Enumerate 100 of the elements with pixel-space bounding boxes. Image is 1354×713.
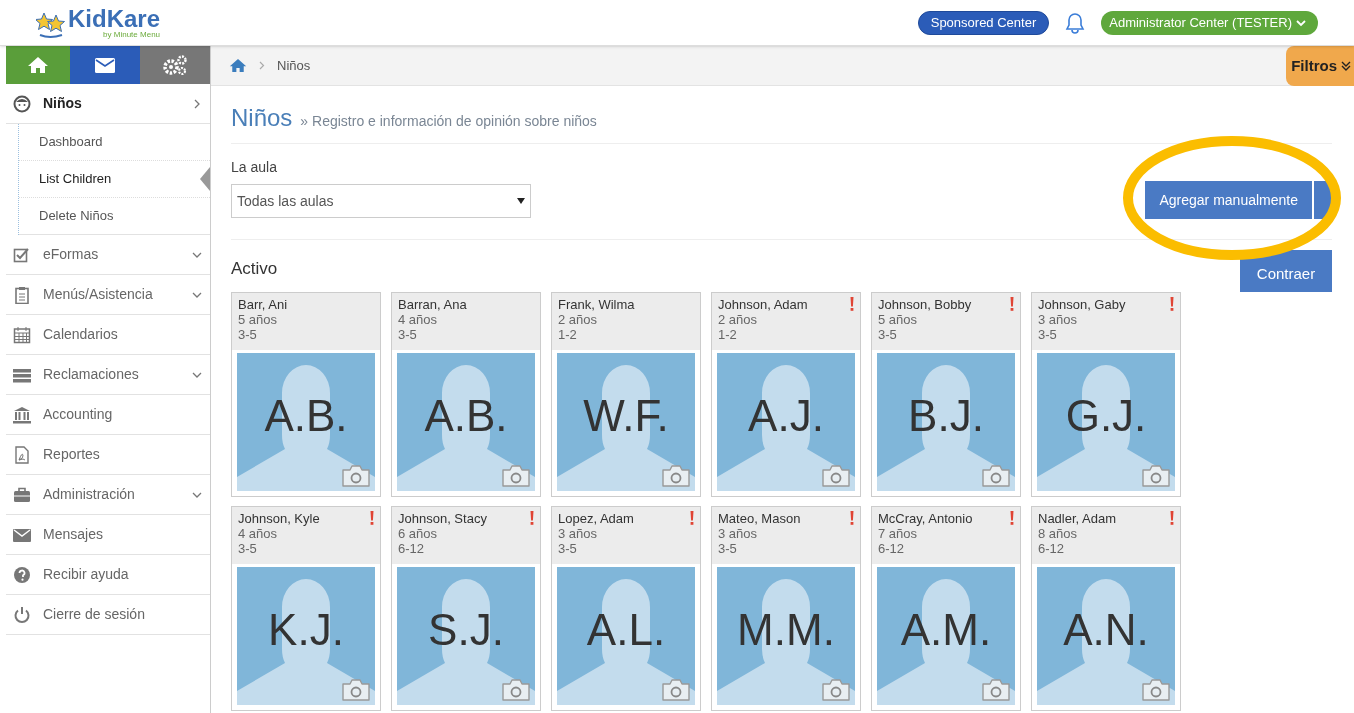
messages-tab[interactable] <box>70 46 140 84</box>
child-age: 3 años <box>558 526 598 541</box>
page-title: Niños <box>231 103 293 133</box>
calendar-icon <box>13 325 31 344</box>
child-initials: A.B. <box>263 391 349 441</box>
child-name: Barran, Ana <box>398 297 467 312</box>
sidebar-item[interactable]: Administración <box>6 475 210 515</box>
child-age: 3 años <box>1038 312 1078 327</box>
child-age: 2 años <box>558 312 598 327</box>
child-name: Johnson, Kyle <box>238 511 320 526</box>
avatar-silhouette-icon <box>877 567 1015 705</box>
child-card[interactable]: Johnson, Kyle 4 años 3-5 K.J. <box>231 506 381 711</box>
avatar-silhouette-icon <box>237 567 375 705</box>
age-group: 3-5 <box>1038 327 1057 342</box>
sidebar-item[interactable]: eFormas <box>6 235 210 275</box>
submenu-item[interactable]: Delete Niños <box>19 198 210 235</box>
bank-icon <box>13 405 31 424</box>
child-initials: A.B. <box>423 391 509 441</box>
field-label: La aula <box>231 158 278 177</box>
child-initials: A.L. <box>585 605 667 655</box>
child-initials: B.J. <box>907 391 985 441</box>
clipboard-icon <box>13 285 31 304</box>
child-card[interactable]: Mateo, Mason 3 años 3-5 M.M. <box>711 506 861 711</box>
avatar-silhouette-icon <box>397 567 535 705</box>
avatar-silhouette-icon <box>237 353 375 491</box>
home-icon[interactable] <box>229 58 247 73</box>
sidebar-item[interactable]: Mensajes <box>6 515 210 555</box>
child-card[interactable]: Johnson, Adam 2 años 1-2 A.J. <box>711 292 861 497</box>
child-card[interactable]: Nadler, Adam 8 años 6-12 A.N. <box>1031 506 1181 711</box>
filters-button[interactable]: Filtros <box>1286 46 1354 86</box>
child-name: Mateo, Mason <box>718 511 801 526</box>
child-age: 6 años <box>398 526 438 541</box>
sidebar-item[interactable]: Cierre de sesión <box>6 595 210 635</box>
child-name: Johnson, Gaby <box>1038 297 1126 312</box>
logo-text: KidKare <box>68 6 161 31</box>
add-manually-button[interactable]: Agregar manualmente <box>1145 181 1312 219</box>
child-card[interactable]: Johnson, Gaby 3 años 3-5 G.J. <box>1031 292 1181 497</box>
child-card[interactable]: Lopez, Adam 3 años 3-5 A.L. <box>551 506 701 711</box>
age-group: 3-5 <box>398 327 417 342</box>
collapse-button[interactable]: Contraer <box>1240 250 1332 292</box>
child-initials: K.J. <box>267 605 345 655</box>
child-card[interactable]: Johnson, Bobby 5 años 3-5 B.J. <box>871 292 1021 497</box>
child-name: Johnson, Stacy <box>398 511 487 526</box>
sidebar-item[interactable]: Niños <box>6 84 210 124</box>
notification-bell-icon[interactable] <box>1065 11 1086 34</box>
settings-tab[interactable] <box>140 46 210 84</box>
section-title: Activo <box>231 258 278 280</box>
sidebar-item[interactable]: Accounting <box>6 395 210 435</box>
envelope-icon <box>95 57 115 73</box>
age-group: 3-5 <box>238 541 257 556</box>
child-card[interactable]: McCray, Antonio 7 años 6-12 A.M. <box>871 506 1021 711</box>
sidebar-item[interactable]: Calendarios <box>6 315 210 355</box>
submenu-item[interactable]: Dashboard <box>19 124 210 161</box>
child-initials: A.N. <box>1062 605 1150 655</box>
child-initials: G.J. <box>1064 391 1148 441</box>
submenu-item[interactable]: List Children <box>19 161 210 198</box>
child-age: 7 años <box>878 526 918 541</box>
child-name: McCray, Antonio <box>878 511 973 526</box>
age-group: 3-5 <box>718 541 737 556</box>
age-group: 3-5 <box>878 327 897 342</box>
home-icon <box>27 56 49 74</box>
double-chevron-icon <box>1341 60 1351 72</box>
chevron-down-icon <box>1296 18 1306 27</box>
age-group: 6-12 <box>1038 541 1065 556</box>
gears-icon <box>162 54 188 76</box>
child-age: 5 años <box>238 312 278 327</box>
avatar-silhouette-icon <box>717 567 855 705</box>
avatar-silhouette-icon <box>1037 567 1175 705</box>
chevron-right-icon <box>259 61 265 70</box>
sidebar-item[interactable]: Recibir ayuda <box>6 555 210 595</box>
home-tab[interactable] <box>6 46 70 84</box>
child-name: Frank, Wilma <box>558 297 635 312</box>
child-name: Johnson, Bobby <box>878 297 972 312</box>
avatar-silhouette-icon <box>1037 353 1175 491</box>
child-card[interactable]: Barran, Ana 4 años 3-5 A.B. <box>391 292 541 497</box>
age-group: 3-5 <box>238 327 257 342</box>
avatar-silhouette-icon <box>877 353 1015 491</box>
child-name: Barr, Ani <box>238 297 288 312</box>
sponsored-center-button[interactable]: Sponsored Center <box>917 10 1050 35</box>
logo-tagline: by Minute Menu <box>103 30 161 39</box>
child-age: 4 años <box>238 526 278 541</box>
age-group: 6-12 <box>398 541 425 556</box>
child-initials: A.M. <box>899 605 993 655</box>
avatar-silhouette-icon <box>717 353 855 491</box>
age-group: 3-5 <box>558 541 577 556</box>
briefcase-icon <box>13 485 31 504</box>
age-group: 6-12 <box>878 541 905 556</box>
sidebar-item[interactable]: Reportes <box>6 435 210 475</box>
sidebar-item[interactable]: Reclamaciones <box>6 355 210 395</box>
child-initials: S.J. <box>427 605 505 655</box>
child-initials: M.M. <box>736 605 836 655</box>
logo-icon <box>36 10 66 39</box>
classroom-select[interactable]: Todas las aulas <box>231 184 531 218</box>
child-card[interactable]: Barr, Ani 5 años 3-5 A.B. <box>231 292 381 497</box>
child-face-icon <box>13 94 31 113</box>
child-age: 8 años <box>1038 526 1078 541</box>
sidebar-item[interactable]: Menús/Asistencia <box>6 275 210 315</box>
child-card[interactable]: Johnson, Stacy 6 años 6-12 S.J. <box>391 506 541 711</box>
child-age: 2 años <box>718 312 758 327</box>
child-card[interactable]: Frank, Wilma 2 años 1-2 W.F. <box>551 292 701 497</box>
